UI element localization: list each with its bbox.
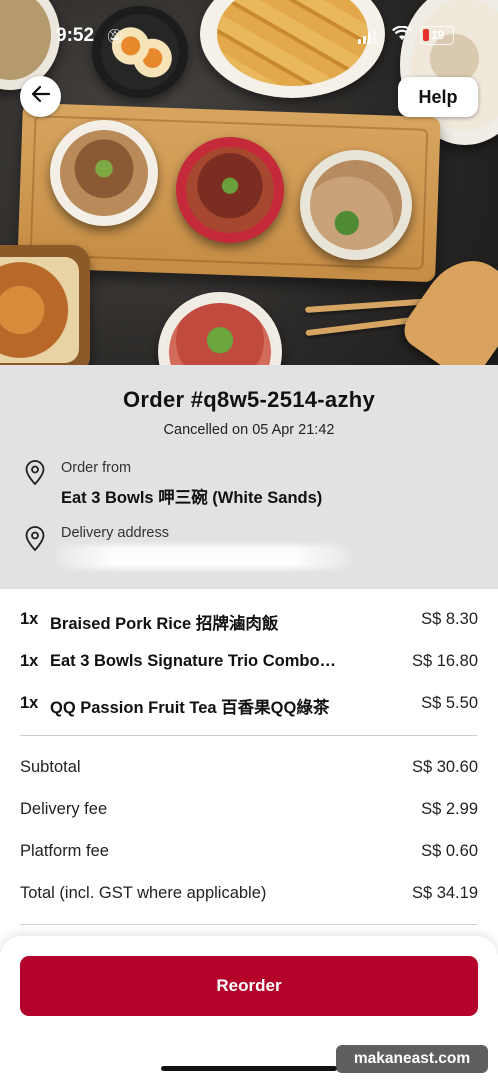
mee-sua-bowl-image	[300, 150, 412, 260]
delivery-fee-row: Delivery fee S$ 2.99	[20, 800, 478, 822]
reorder-button[interactable]: Reorder	[20, 956, 478, 1016]
cellular-signal-icon	[358, 30, 376, 44]
subtotal-label: Subtotal	[20, 758, 81, 776]
subtotal-value: S$ 30.60	[411, 758, 478, 776]
restaurant-name: Eat 3 Bowls 呷三碗 (White Sands)	[61, 489, 323, 507]
location-pin-icon	[24, 526, 46, 552]
item-name: Braised Pork Rice 招牌滷肉飯	[50, 615, 279, 633]
subtotal-row: Subtotal S$ 30.60	[20, 758, 478, 780]
shredded-chicken-rice-bowl-image	[50, 120, 158, 226]
total-row: Total (incl. GST where applicable) S$ 34…	[20, 884, 478, 906]
list-item: 1x QQ Passion Fruit Tea 百香果QQ綠茶 S$ 5.50	[20, 694, 478, 718]
fried-chicken-image	[0, 245, 90, 365]
hero-food-photo: 9:52 🔕︎ 19 Help	[0, 0, 498, 365]
status-bar: 9:52 🔕︎ 19	[0, 22, 498, 52]
platform-fee-label: Platform fee	[20, 842, 109, 860]
item-quantity: 1x	[20, 694, 39, 712]
sausage-rice-bowl-image	[158, 292, 282, 365]
list-item: 1x Braised Pork Rice 招牌滷肉飯 S$ 8.30	[20, 610, 478, 634]
platform-fee-value: S$ 0.60	[421, 842, 478, 860]
arrow-left-icon	[30, 83, 52, 110]
item-quantity: 1x	[20, 610, 39, 628]
item-name: Eat 3 Bowls Signature Trio Combo…	[50, 652, 337, 670]
back-button[interactable]	[20, 76, 61, 117]
braised-pork-rice-bowl-image	[176, 137, 284, 243]
item-quantity: 1x	[20, 652, 39, 670]
status-time: 9:52	[56, 25, 95, 46]
delivery-address-label: Delivery address	[61, 525, 169, 541]
item-price: S$ 5.50	[421, 694, 478, 712]
item-price: S$ 8.30	[421, 610, 478, 628]
total-value: S$ 34.19	[411, 884, 478, 902]
delivery-fee-label: Delivery fee	[20, 800, 108, 818]
battery-level: 19	[431, 28, 445, 42]
bell-slash-icon: 🔕︎	[106, 28, 124, 44]
location-pin-icon	[24, 460, 46, 486]
total-label: Total (incl. GST where applicable)	[20, 884, 267, 902]
delivery-fee-value: S$ 2.99	[421, 800, 478, 818]
home-indicator[interactable]	[161, 1066, 337, 1071]
order-status-line: Cancelled on 05 Apr 21:42	[163, 422, 335, 438]
divider	[20, 735, 477, 736]
delivery-address-redacted	[56, 545, 351, 569]
order-info-panel: Order #q8w5-2514-azhy Cancelled on 05 Ap…	[0, 365, 498, 589]
wifi-icon	[392, 25, 412, 46]
order-title: Order #q8w5-2514-azhy	[122, 387, 376, 412]
help-button[interactable]: Help	[398, 77, 478, 117]
order-from-label: Order from	[61, 460, 132, 476]
battery-icon: 19	[420, 26, 454, 45]
item-name: QQ Passion Fruit Tea 百香果QQ綠茶	[50, 699, 330, 717]
list-item: 1x Eat 3 Bowls Signature Trio Combo… S$ …	[20, 652, 478, 676]
divider	[20, 924, 477, 925]
platform-fee-row: Platform fee S$ 0.60	[20, 842, 478, 864]
watermark-text: makaneast.com	[336, 1045, 488, 1073]
marinated-eggs-image	[92, 6, 188, 98]
item-price: S$ 16.80	[411, 652, 478, 670]
